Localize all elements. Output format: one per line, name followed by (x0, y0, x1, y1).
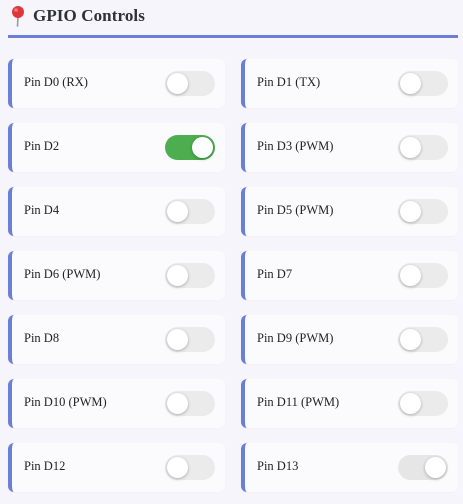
pin-toggle-switch[interactable] (165, 327, 215, 352)
toggle-knob (167, 329, 188, 350)
toggle-knob (400, 265, 421, 286)
pin-toggle-switch[interactable] (165, 199, 215, 224)
pin-label: Pin D10 (PWM) (24, 395, 107, 409)
pin-label: Pin D3 (PWM) (257, 139, 334, 153)
pin-label: Pin D1 (TX) (257, 75, 321, 89)
pin-card: Pin D7 (241, 251, 458, 300)
pin-card: Pin D10 (PWM) (8, 379, 225, 428)
pin-label: Pin D4 (24, 203, 60, 217)
pin-toggle-switch[interactable] (398, 71, 448, 96)
toggle-knob (400, 137, 421, 158)
pin-label: Pin D5 (PWM) (257, 203, 334, 217)
page-title: GPIO Controls (33, 6, 145, 25)
pin-card: Pin D9 (PWM) (241, 315, 458, 364)
pin-label: Pin D2 (24, 139, 60, 153)
pin-card: Pin D13 (241, 443, 458, 492)
pin-card: Pin D0 (RX) (8, 59, 225, 108)
gpio-panel: GPIO Controls Pin D0 (RX) Pin D1 (TX) Pin … (0, 0, 463, 504)
pin-card: Pin D8 (8, 315, 225, 364)
pin-card: Pin D3 (PWM) (241, 123, 458, 172)
toggle-knob (425, 457, 446, 478)
pin-label: Pin D9 (PWM) (257, 331, 334, 345)
pin-toggle-switch[interactable] (398, 263, 448, 288)
pin-label: Pin D0 (RX) (24, 75, 88, 89)
pin-label: Pin D6 (PWM) (24, 267, 101, 281)
pin-label: Pin D8 (24, 331, 60, 345)
pin-toggle-switch[interactable] (398, 391, 448, 416)
toggle-knob (400, 393, 421, 414)
panel-header: GPIO Controls (8, 0, 458, 38)
toggle-knob (167, 201, 188, 222)
toggle-knob (167, 265, 188, 286)
pin-toggle-switch[interactable] (165, 135, 215, 160)
pin-card: Pin D4 (8, 187, 225, 236)
pin-label: Pin D7 (257, 267, 293, 281)
pin-toggle-switch[interactable] (398, 135, 448, 160)
pin-toggle-switch[interactable] (165, 71, 215, 96)
pin-toggle-switch[interactable] (398, 199, 448, 224)
pin-grid: Pin D0 (RX) Pin D1 (TX) Pin D2 Pin D3 (PWM)… (8, 59, 458, 492)
toggle-knob (400, 329, 421, 350)
toggle-knob (167, 457, 188, 478)
toggle-knob (167, 73, 188, 94)
pin-toggle-switch[interactable] (165, 263, 215, 288)
pin-card: Pin D1 (TX) (241, 59, 458, 108)
pin-label: Pin D12 (24, 459, 66, 473)
toggle-knob (400, 201, 421, 222)
pin-card: Pin D2 (8, 123, 225, 172)
toggle-knob (192, 137, 213, 158)
pushpin-icon (9, 5, 27, 27)
pin-toggle-switch[interactable] (398, 455, 448, 480)
pin-label: Pin D11 (PWM) (257, 395, 340, 409)
pin-toggle-switch[interactable] (165, 455, 215, 480)
toggle-knob (167, 393, 188, 414)
pin-toggle-switch[interactable] (165, 391, 215, 416)
pin-card: Pin D5 (PWM) (241, 187, 458, 236)
pin-card: Pin D12 (8, 443, 225, 492)
pin-toggle-switch[interactable] (398, 327, 448, 352)
pin-card: Pin D6 (PWM) (8, 251, 225, 300)
toggle-knob (400, 73, 421, 94)
pin-label: Pin D13 (257, 459, 299, 473)
pin-card: Pin D11 (PWM) (241, 379, 458, 428)
